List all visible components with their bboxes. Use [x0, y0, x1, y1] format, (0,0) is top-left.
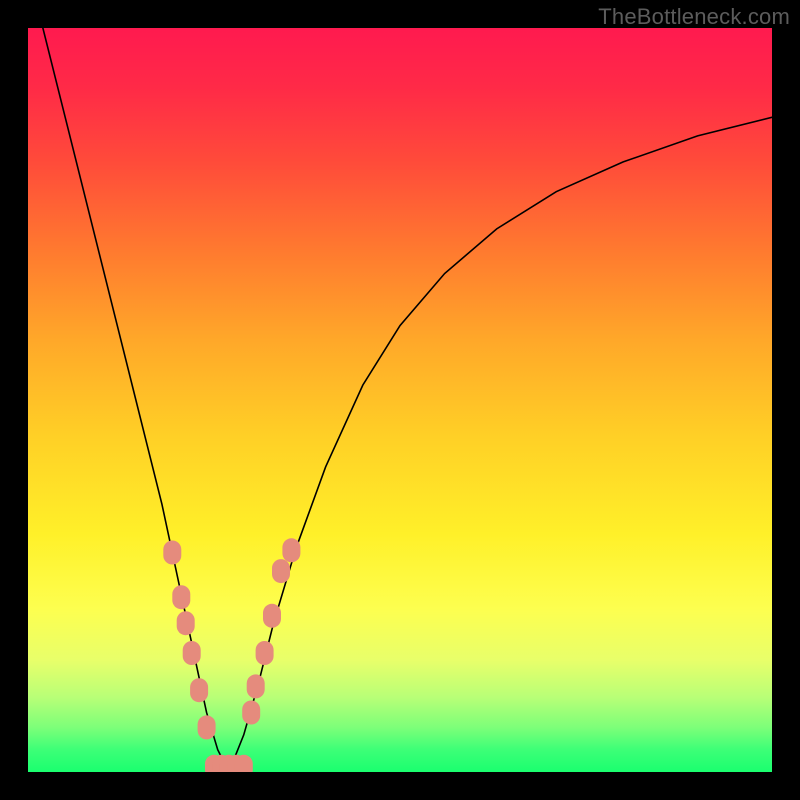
curve-layer — [43, 28, 772, 772]
watermark-text: TheBottleneck.com — [598, 4, 790, 30]
chart-marker — [247, 674, 265, 698]
chart-marker — [272, 559, 290, 583]
chart-marker — [190, 678, 208, 702]
chart-marker — [177, 611, 195, 635]
chart-marker — [172, 585, 190, 609]
chart-curve — [43, 28, 229, 772]
chart-curve — [229, 117, 772, 772]
plot-svg — [28, 28, 772, 772]
marker-layer — [163, 538, 300, 772]
chart-marker — [183, 641, 201, 665]
plot-frame — [28, 28, 772, 772]
chart-marker — [163, 541, 181, 565]
chart-marker — [282, 538, 300, 562]
chart-marker — [235, 755, 253, 772]
chart-marker — [256, 641, 274, 665]
chart-marker — [263, 604, 281, 628]
chart-marker — [198, 715, 216, 739]
chart-marker — [242, 701, 260, 725]
